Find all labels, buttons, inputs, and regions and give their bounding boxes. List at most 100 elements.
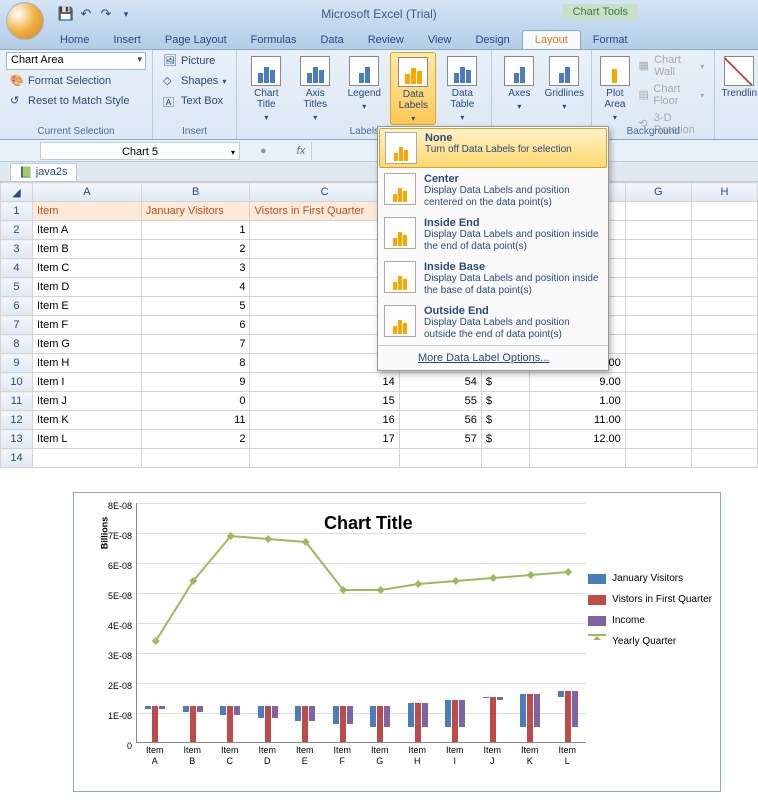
row-header-3[interactable]: 3 [1, 240, 33, 259]
chart-title-button[interactable]: Chart Title▾ [243, 52, 289, 123]
cell-G4[interactable] [625, 259, 691, 278]
cell-G1[interactable] [625, 202, 691, 221]
more-options-link[interactable]: More Data Label Options... [378, 345, 608, 370]
undo-icon[interactable]: ↶ [78, 6, 94, 22]
cell-B1[interactable]: January Visitors [141, 202, 250, 221]
cell-C11[interactable]: 15 [250, 392, 399, 411]
cell-H5[interactable] [691, 278, 757, 297]
cell-G9[interactable] [625, 354, 691, 373]
name-box[interactable]: Chart 5 [40, 142, 240, 160]
gridlines-button[interactable]: Gridlines▾ [543, 52, 585, 112]
cell-C10[interactable]: 14 [250, 373, 399, 392]
cell-H4[interactable] [691, 259, 757, 278]
row-header-6[interactable]: 6 [1, 297, 33, 316]
column-header-G[interactable]: G [625, 183, 691, 202]
cell-C14[interactable] [250, 449, 399, 468]
tab-home[interactable]: Home [48, 31, 101, 49]
line-marker[interactable] [527, 571, 535, 579]
cell-A7[interactable]: Item F [32, 316, 141, 335]
cell-A14[interactable] [32, 449, 141, 468]
row-header-14[interactable]: 14 [1, 449, 33, 468]
row-header-5[interactable]: 5 [1, 278, 33, 297]
cell-A10[interactable]: Item I [32, 373, 141, 392]
cell-B3[interactable]: 2 [141, 240, 250, 259]
cell-B9[interactable]: 8 [141, 354, 250, 373]
tab-data[interactable]: Data [308, 31, 355, 49]
cell-E13[interactable]: $ [481, 430, 529, 449]
office-button[interactable] [6, 2, 44, 40]
line-marker[interactable] [264, 535, 272, 543]
cell-G13[interactable] [625, 430, 691, 449]
cell-H13[interactable] [691, 430, 757, 449]
line-marker[interactable] [452, 577, 460, 585]
tab-insert[interactable]: Insert [101, 31, 153, 49]
cell-A12[interactable]: Item K [32, 411, 141, 430]
insert-picture-button[interactable]: 🖼Picture [159, 52, 219, 70]
cell-A3[interactable]: Item B [32, 240, 141, 259]
cell-D11[interactable]: 55 [399, 392, 481, 411]
legend-item[interactable]: Vistors in First Quarter [588, 594, 712, 605]
cell-G10[interactable] [625, 373, 691, 392]
row-header-12[interactable]: 12 [1, 411, 33, 430]
insert-textbox-button[interactable]: 🄰Text Box [159, 92, 227, 110]
cell-G5[interactable] [625, 278, 691, 297]
cell-G3[interactable] [625, 240, 691, 259]
cell-H14[interactable] [691, 449, 757, 468]
cell-A11[interactable]: Item J [32, 392, 141, 411]
embedded-chart[interactable]: Chart Title Billions 01E-082E-083E-084E-… [73, 492, 721, 792]
cell-G6[interactable] [625, 297, 691, 316]
cell-B10[interactable]: 9 [141, 373, 250, 392]
cell-A2[interactable]: Item A [32, 221, 141, 240]
tab-design[interactable]: Design [463, 31, 521, 49]
axis-titles-button[interactable]: Axis Titles▾ [292, 52, 338, 123]
cell-H7[interactable] [691, 316, 757, 335]
save-icon[interactable]: 💾 [58, 6, 74, 22]
cell-A13[interactable]: Item L [32, 430, 141, 449]
line-marker[interactable] [377, 586, 385, 594]
cell-B2[interactable]: 1 [141, 221, 250, 240]
row-header-1[interactable]: 1 [1, 202, 33, 221]
row-header-11[interactable]: 11 [1, 392, 33, 411]
trendline-button[interactable]: Trendlin [721, 52, 757, 99]
cell-A4[interactable]: Item C [32, 259, 141, 278]
column-header-H[interactable]: H [691, 183, 757, 202]
cell-F13[interactable]: 12.00 [529, 430, 625, 449]
dropdown-item-inside-end[interactable]: Inside EndDisplay Data Labels and positi… [378, 213, 608, 257]
axes-button[interactable]: Axes▾ [498, 52, 540, 112]
cell-E10[interactable]: $ [481, 373, 529, 392]
cell-A8[interactable]: Item G [32, 335, 141, 354]
cell-F12[interactable]: 11.00 [529, 411, 625, 430]
legend-item[interactable]: Income [588, 615, 712, 626]
tab-layout[interactable]: Layout [522, 30, 581, 49]
cell-F14[interactable] [529, 449, 625, 468]
reset-style-button[interactable]: ↺Reset to Match Style [6, 92, 134, 110]
cell-H1[interactable] [691, 202, 757, 221]
cell-B13[interactable]: 2 [141, 430, 250, 449]
cell-B8[interactable]: 7 [141, 335, 250, 354]
insert-shapes-button[interactable]: ◇Shapes▾ [159, 72, 230, 90]
redo-icon[interactable]: ↷ [98, 6, 114, 22]
row-header-9[interactable]: 9 [1, 354, 33, 373]
cell-B11[interactable]: 0 [141, 392, 250, 411]
tab-formulas[interactable]: Formulas [239, 31, 309, 49]
cell-H6[interactable] [691, 297, 757, 316]
cell-E11[interactable]: $ [481, 392, 529, 411]
tab-format[interactable]: Format [581, 31, 640, 49]
dropdown-item-center[interactable]: CenterDisplay Data Labels and position c… [378, 169, 608, 213]
cell-A6[interactable]: Item E [32, 297, 141, 316]
data-table-button[interactable]: Data Table▾ [439, 52, 485, 123]
line-marker[interactable] [564, 568, 572, 576]
row-header-10[interactable]: 10 [1, 373, 33, 392]
cell-B4[interactable]: 3 [141, 259, 250, 278]
cell-H9[interactable] [691, 354, 757, 373]
row-header-13[interactable]: 13 [1, 430, 33, 449]
tab-page-layout[interactable]: Page Layout [153, 31, 239, 49]
cell-G7[interactable] [625, 316, 691, 335]
chart-element-selector[interactable]: Chart Area [6, 52, 146, 70]
cell-D10[interactable]: 54 [399, 373, 481, 392]
cell-F11[interactable]: 1.00 [529, 392, 625, 411]
cell-H11[interactable] [691, 392, 757, 411]
cell-H3[interactable] [691, 240, 757, 259]
cell-D12[interactable]: 56 [399, 411, 481, 430]
format-selection-button[interactable]: 🎨Format Selection [6, 72, 115, 90]
